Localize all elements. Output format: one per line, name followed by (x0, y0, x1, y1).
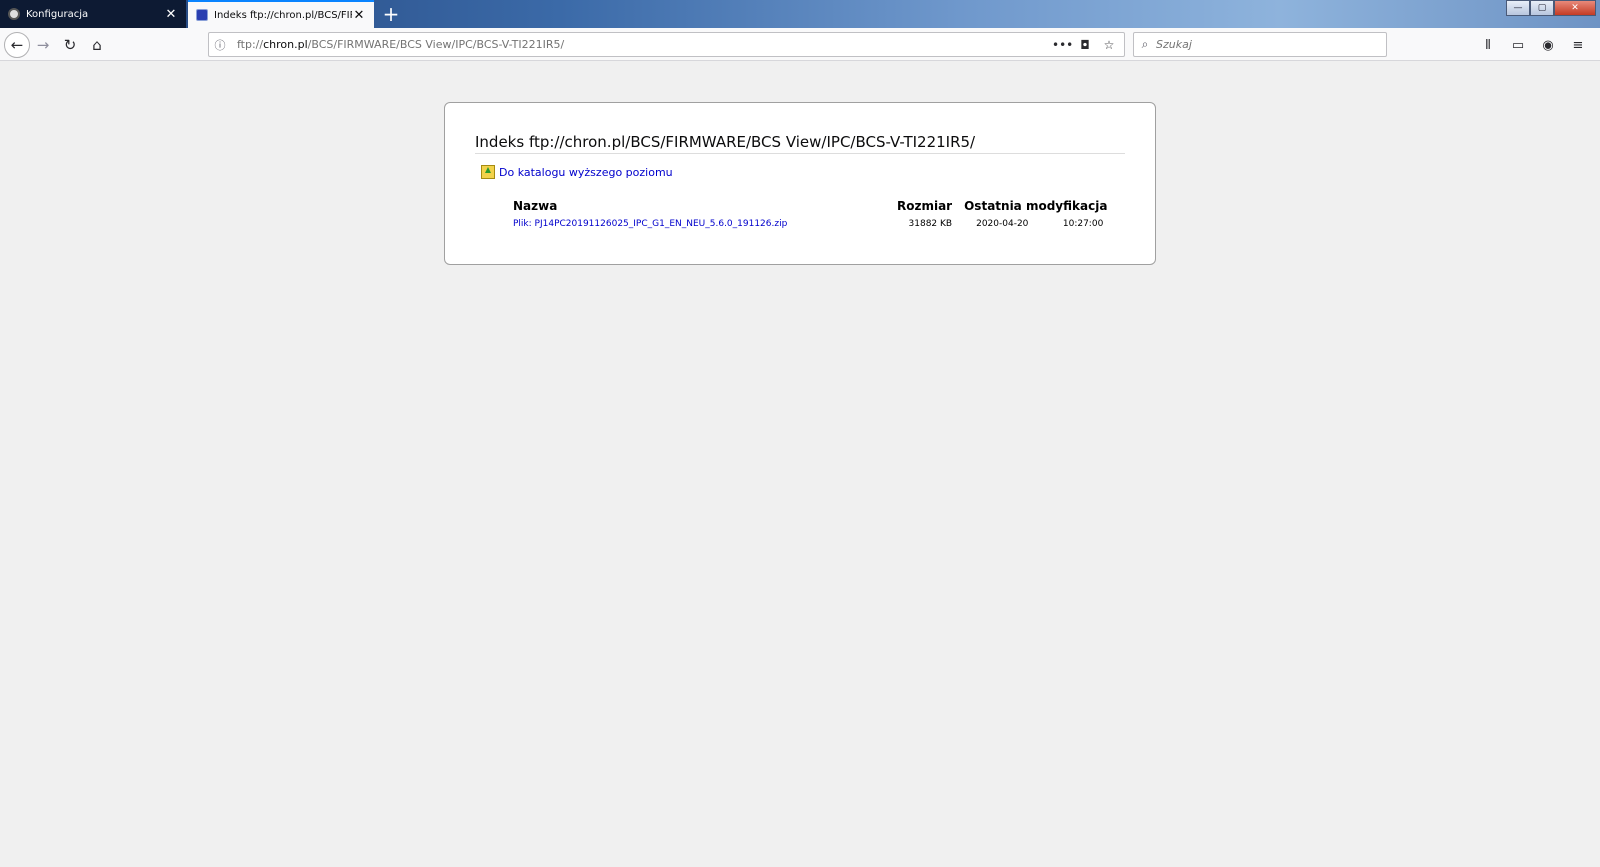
table-header-row: Nazwa Rozmiar Ostatnia modyfikacja (507, 195, 1113, 217)
account-icon[interactable]: ◉ (1536, 32, 1560, 58)
search-input[interactable] (1156, 38, 1376, 51)
new-tab-button[interactable]: + (380, 2, 402, 26)
search-bar[interactable]: ⌕ (1133, 32, 1387, 57)
tab-favicon-icon (196, 9, 208, 21)
file-time-cell: 10:27:00 (1062, 219, 1104, 229)
column-header-name[interactable]: Nazwa (507, 195, 891, 217)
library-icon[interactable]: ⫴ (1476, 32, 1500, 58)
url-actions: ••• ◘ ☆ (1052, 38, 1124, 52)
parent-directory-label[interactable]: Do katalogu wyższego poziomu (499, 166, 673, 179)
url-bar[interactable]: ⓘ ftp://chron.pl/BCS/FIRMWARE/BCS View/I… (208, 32, 1125, 57)
maximize-button[interactable]: ▢ (1530, 0, 1554, 16)
page-title: Indeks ftp://chron.pl/BCS/FIRMWARE/BCS V… (475, 133, 1125, 154)
folder-up-icon (481, 165, 495, 179)
column-header-modified[interactable]: Ostatnia modyfikacja (958, 195, 1113, 217)
forward-button[interactable]: → (30, 32, 56, 58)
file-table: Nazwa Rozmiar Ostatnia modyfikacja Plik:… (507, 195, 1113, 231)
tab-close-icon[interactable]: ✕ (352, 8, 366, 23)
file-date-cell: 2020-04-20 (976, 219, 1029, 229)
menu-icon[interactable]: ≡ (1566, 32, 1590, 58)
tab-title: Indeks ftp://chron.pl/BCS/FIRMWARE (214, 9, 352, 21)
file-size-cell: 31882 KB (908, 219, 953, 229)
url-host: chron.pl (263, 38, 308, 51)
bookmark-star-icon[interactable]: ☆ (1100, 38, 1118, 52)
site-info-icon[interactable]: ⓘ (209, 37, 231, 53)
tab-ftp-index[interactable]: Indeks ftp://chron.pl/BCS/FIRMWARE ✕ (188, 0, 374, 28)
toolbar-icons: ⫴ ▭ ◉ ≡ (1476, 32, 1590, 58)
tab-close-icon[interactable]: ✕ (164, 7, 178, 22)
column-header-size[interactable]: Rozmiar (891, 195, 958, 217)
reload-button[interactable]: ↻ (57, 32, 83, 58)
search-icon: ⌕ (1141, 37, 1149, 51)
parent-directory-link[interactable]: Do katalogu wyższego poziomu (481, 165, 673, 179)
navigation-toolbar: ← → ↻ ⌂ ⓘ ftp://chron.pl/BCS/FIRMWARE/BC… (0, 28, 1600, 61)
url-scheme: ftp:// (237, 38, 264, 51)
close-window-button[interactable]: ✕ (1554, 0, 1596, 16)
table-row: Plik: PJ14PC20191126025_IPC_G1_EN_NEU_5.… (507, 217, 1113, 231)
tab-konfiguracja[interactable]: Konfiguracja ✕ (0, 0, 186, 28)
back-button[interactable]: ← (4, 32, 30, 58)
tab-title: Konfiguracja (26, 8, 89, 20)
ftp-listing-panel: Indeks ftp://chron.pl/BCS/FIRMWARE/BCS V… (444, 102, 1156, 265)
file-link[interactable]: Plik: PJ14PC20191126025_IPC_G1_EN_NEU_5.… (513, 219, 787, 229)
window-controls: — ▢ ✕ (1506, 0, 1596, 16)
url-text[interactable]: ftp://chron.pl/BCS/FIRMWARE/BCS View/IPC… (231, 38, 1052, 51)
page-actions-icon[interactable]: ••• (1052, 38, 1073, 52)
sidebar-icon[interactable]: ▭ (1506, 32, 1530, 58)
url-path: /BCS/FIRMWARE/BCS View/IPC/BCS-V-TI221IR… (307, 38, 565, 51)
pocket-icon[interactable]: ◘ (1076, 38, 1094, 52)
tab-favicon-icon (8, 8, 20, 20)
file-name-cell: Plik: PJ14PC20191126025_IPC_G1_EN_NEU_5.… (507, 217, 891, 231)
minimize-button[interactable]: — (1506, 0, 1530, 16)
home-button[interactable]: ⌂ (84, 32, 110, 58)
title-bar: Konfiguracja ✕ Indeks ftp://chron.pl/BCS… (0, 0, 1600, 28)
